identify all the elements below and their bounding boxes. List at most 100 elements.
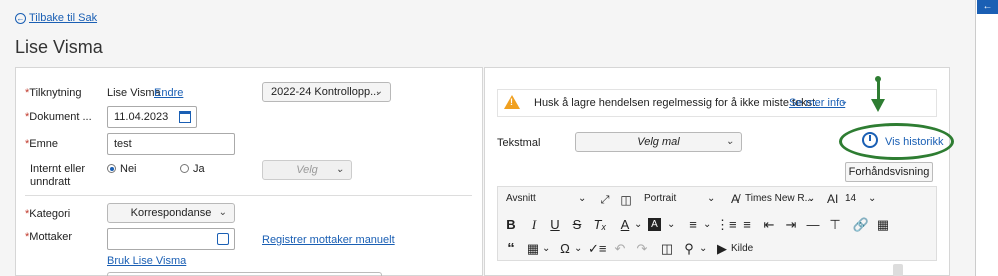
kategori-label: *Kategori [25, 208, 71, 220]
kategori-select[interactable]: Korrespondanse ⌄ [107, 203, 235, 223]
font-size-select[interactable]: 14 [845, 190, 856, 208]
italic-icon[interactable]: I [525, 216, 543, 234]
comment-icon[interactable]: ◫ [658, 240, 676, 258]
emne-input-value: test [114, 138, 132, 150]
contact-search-icon[interactable] [217, 233, 229, 245]
internt-label-line2: unndratt [30, 176, 71, 188]
save-icon[interactable]: ◫ [617, 191, 635, 209]
forhandsvisning-button[interactable]: Forhåndsvisning [845, 162, 933, 182]
tilknytning-label: *Tilknytning [25, 87, 82, 99]
partial-field [107, 272, 382, 276]
kategori-select-value: Korrespondanse [130, 207, 212, 219]
chevron-down-icon: ⌄ [725, 136, 734, 147]
clear-format-icon[interactable]: Tₓ [591, 216, 609, 234]
font-size-icon[interactable]: AI [827, 190, 838, 208]
link-icon[interactable]: 🔗 [852, 216, 870, 234]
chevron-down-icon[interactable]: ⌄ [574, 240, 582, 258]
kontroll-select-value: 2022-24 Kontrollopp... [271, 86, 380, 98]
horizontal-rule-icon[interactable]: — [804, 216, 822, 234]
redo-icon[interactable]: ↷ [633, 240, 651, 258]
strikethrough-icon[interactable]: S [568, 216, 586, 234]
annotation-arrow-head [871, 99, 885, 112]
font-icon[interactable]: A̸ [731, 190, 739, 208]
editor-scrollbar[interactable] [893, 264, 903, 276]
bold-icon[interactable]: B [502, 216, 520, 234]
align-icon[interactable]: ≡ [684, 216, 702, 234]
chevron-down-icon: ⌄ [374, 86, 383, 97]
see-more-link[interactable]: Se mer info [789, 97, 845, 109]
table-icon[interactable]: ▦ [524, 240, 542, 258]
radio-ja-label: Ja [193, 163, 205, 175]
source-icon[interactable]: ▶ [713, 240, 731, 258]
chevron-down-icon: ⌄ [218, 207, 227, 218]
dokument-label: *Dokument ... [25, 111, 92, 123]
notice-text: Husk å lagre hendelsen regelmessig for å… [534, 97, 819, 109]
source-button-label[interactable]: Kilde [731, 240, 753, 258]
emne-input[interactable]: test [107, 133, 235, 155]
find-replace-icon[interactable]: ⚲ [680, 240, 698, 258]
endre-link[interactable]: Endre [154, 87, 183, 99]
chevron-down-icon[interactable]: ⌄ [807, 190, 815, 208]
chevron-down-icon[interactable]: ⌄ [707, 190, 715, 208]
indent-icon[interactable]: ⇥ [782, 216, 800, 234]
underline-icon[interactable]: U [546, 216, 564, 234]
tilknytning-value: Lise Visma [107, 87, 161, 99]
tekstmal-select[interactable]: Velg mal ⌄ [575, 132, 742, 152]
page-break-icon[interactable]: ⊤ [826, 216, 844, 234]
checklist-icon[interactable]: ✓≡ [588, 240, 606, 258]
internt-label: Internt eller unndratt [30, 163, 85, 189]
vis-historikk-button[interactable]: Vis historikk [885, 136, 943, 148]
orientation-select[interactable]: Portrait [644, 190, 676, 208]
kontroll-select[interactable]: 2022-24 Kontrollopp... ⌄ [262, 82, 391, 102]
metadata-panel [15, 67, 483, 276]
chevron-down-icon[interactable]: ⌄ [578, 190, 586, 208]
bruk-lise-visma-link[interactable]: Bruk Lise Visma [107, 255, 186, 267]
highlight-color-icon[interactable]: A [648, 218, 661, 231]
back-circle-icon[interactable]: ← [15, 13, 26, 24]
internt-label-line1: Internt eller [30, 163, 86, 175]
chevron-down-icon[interactable]: ⌄ [703, 216, 711, 234]
image-icon[interactable]: ▦ [874, 216, 892, 234]
mottaker-input[interactable] [107, 228, 235, 250]
dokument-date-input[interactable]: 11.04.2023 [107, 106, 197, 128]
numbered-list-icon[interactable]: ≡ [738, 216, 756, 234]
chevron-down-icon[interactable]: ⌄ [699, 240, 707, 258]
font-name-select[interactable]: Times New R... [745, 190, 813, 208]
velg-select[interactable]: Velg ⌄ [262, 160, 352, 180]
warning-exclamation: ! [510, 97, 513, 107]
section-divider [25, 195, 472, 196]
page-title: Lise Visma [15, 37, 103, 57]
radio-ja[interactable]: Ja [180, 163, 205, 175]
text-color-icon[interactable]: A [616, 216, 634, 234]
chevron-down-icon[interactable]: ⌄ [542, 240, 550, 258]
radio-nei[interactable]: Nei [107, 163, 137, 175]
chevron-down-icon[interactable]: ⌄ [634, 216, 642, 234]
radio-nei-label: Nei [120, 163, 137, 175]
paragraph-select[interactable]: Avsnitt [506, 190, 536, 208]
special-char-icon[interactable]: Ω [556, 240, 574, 258]
bullet-list-icon[interactable]: ⋮≡ [716, 216, 737, 234]
blockquote-icon[interactable]: “ [502, 240, 520, 258]
mottaker-label: *Mottaker [25, 231, 73, 243]
emne-label-text: Emne [29, 138, 59, 150]
velg-select-value: Velg [296, 164, 318, 176]
fullscreen-icon[interactable]: ⤢ [596, 191, 614, 209]
collapse-arrow-button[interactable]: ← [977, 0, 998, 14]
undo-icon[interactable]: ↶ [611, 240, 629, 258]
outdent-icon[interactable]: ⇤ [760, 216, 778, 234]
chevron-down-icon: ⌄ [335, 164, 344, 175]
mottaker-label-text: Mottaker [29, 231, 73, 243]
kategori-label-text: Kategori [29, 208, 71, 220]
chevron-down-icon[interactable]: ⌄ [667, 216, 675, 234]
dokument-date-value: 11.04.2023 [114, 111, 169, 123]
radio-selected-icon [107, 164, 116, 173]
tekstmal-label: Tekstmal [497, 137, 541, 149]
chevron-down-icon[interactable]: ⌄ [840, 96, 848, 107]
calendar-icon[interactable] [179, 111, 191, 123]
chevron-down-icon[interactable]: ⌄ [868, 190, 876, 208]
radio-empty-icon [180, 164, 189, 173]
dokument-label-text: Dokument ... [29, 111, 92, 123]
emne-label: *Emne [25, 138, 59, 150]
back-to-case-link[interactable]: Tilbake til Sak [29, 12, 97, 24]
registrer-mottaker-link[interactable]: Registrer mottaker manuelt [262, 234, 395, 246]
